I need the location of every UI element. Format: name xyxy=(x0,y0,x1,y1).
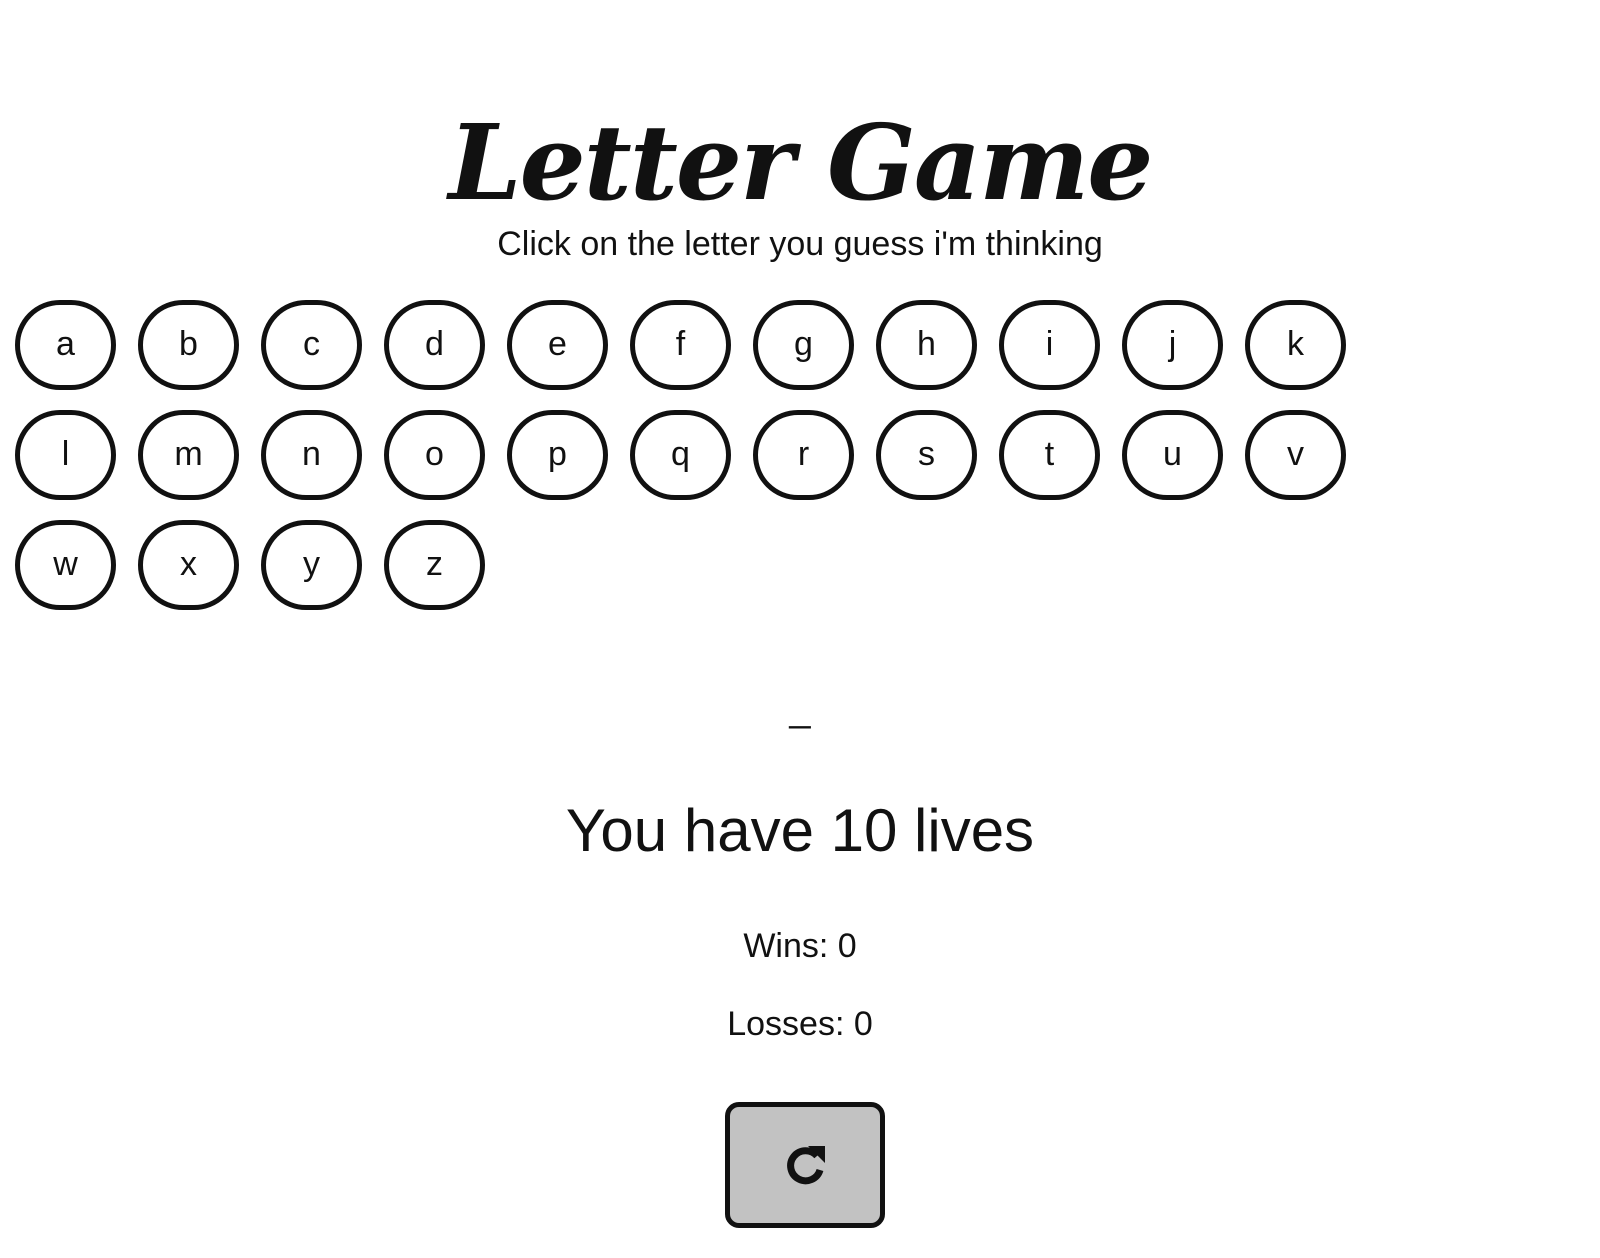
losses-counter: Losses: 0 xyxy=(727,1005,873,1043)
letter-button-a[interactable]: a xyxy=(15,300,116,390)
instruction-text: Click on the letter you guess i'm thinki… xyxy=(497,225,1103,263)
letter-button-v[interactable]: v xyxy=(1245,410,1346,500)
letter-button-o[interactable]: o xyxy=(384,410,485,500)
letter-button-n[interactable]: n xyxy=(261,410,362,500)
letter-button-b[interactable]: b xyxy=(138,300,239,390)
letter-button-z[interactable]: z xyxy=(384,520,485,610)
redo-icon xyxy=(787,1146,825,1185)
letter-button-j[interactable]: j xyxy=(1122,300,1223,390)
letter-button-c[interactable]: c xyxy=(261,300,362,390)
letter-button-g[interactable]: g xyxy=(753,300,854,390)
letter-button-x[interactable]: x xyxy=(138,520,239,610)
letter-button-e[interactable]: e xyxy=(507,300,608,390)
letter-button-p[interactable]: p xyxy=(507,410,608,500)
letter-button-u[interactable]: u xyxy=(1122,410,1223,500)
letter-buttons-grid: abcdefghijk lmnopqrstuv wxyz xyxy=(15,300,1455,610)
letter-button-r[interactable]: r xyxy=(753,410,854,500)
wins-counter: Wins: 0 xyxy=(743,927,857,965)
letter-button-k[interactable]: k xyxy=(1245,300,1346,390)
letter-button-y[interactable]: y xyxy=(261,520,362,610)
lives-counter: You have 10 lives xyxy=(565,797,1035,864)
letter-button-i[interactable]: i xyxy=(999,300,1100,390)
letter-button-t[interactable]: t xyxy=(999,410,1100,500)
word-display: _ xyxy=(789,688,811,730)
letter-button-h[interactable]: h xyxy=(876,300,977,390)
letter-button-m[interactable]: m xyxy=(138,410,239,500)
reset-button[interactable] xyxy=(725,1102,885,1228)
letter-button-f[interactable]: f xyxy=(630,300,731,390)
letter-button-w[interactable]: w xyxy=(15,520,116,610)
letter-button-s[interactable]: s xyxy=(876,410,977,500)
game-title: Letter Game xyxy=(448,100,1154,224)
letter-button-q[interactable]: q xyxy=(630,410,731,500)
letter-button-d[interactable]: d xyxy=(384,300,485,390)
letter-button-l[interactable]: l xyxy=(15,410,116,500)
